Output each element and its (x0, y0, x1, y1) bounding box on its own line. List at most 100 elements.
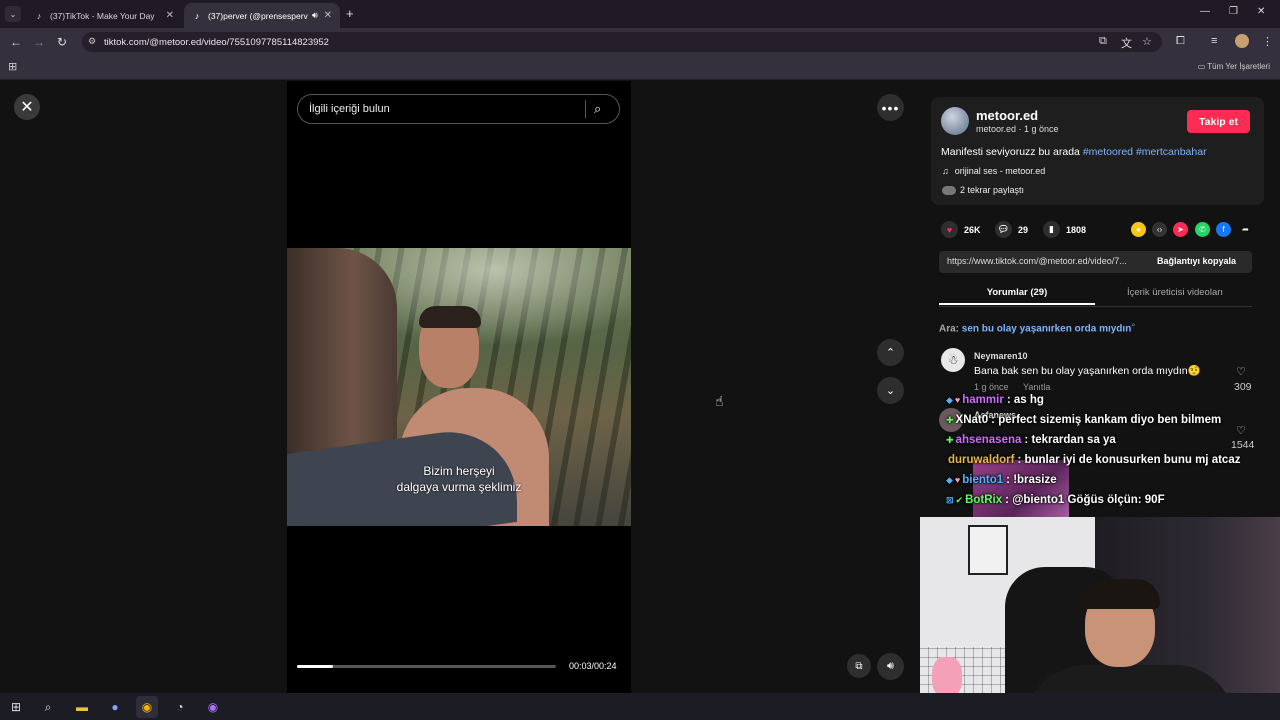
sound-link[interactable]: ♫ orijinal ses - metoor.ed (942, 166, 1045, 176)
subtitle-line-1: Bizim herşeyi (423, 464, 495, 478)
close-tab-icon[interactable]: ✕ (324, 10, 332, 21)
reposts-info[interactable]: 2 tekrar paylaştı (942, 185, 1025, 196)
speaker-icon[interactable]: 🔊︎ (312, 10, 318, 21)
author-name[interactable]: metoor.ed (976, 108, 1038, 123)
video-progress-fill (297, 665, 334, 668)
close-tab-icon[interactable]: ✕ (166, 10, 174, 21)
more-options-button[interactable]: ••• (877, 94, 904, 121)
windows-start-icon[interactable]: ⊞ (5, 696, 27, 718)
hashtag-link[interactable]: #metoored (1083, 146, 1133, 158)
pip-button[interactable]: ⧉ (847, 654, 871, 678)
cast-icon[interactable]: ⧉ (1099, 35, 1107, 48)
stream-overlay-graphic (973, 460, 1069, 518)
hashtag-link[interactable]: #mertcanbahar (1136, 146, 1207, 158)
search-suggestion[interactable]: Ara: sen bu olay yaşanırken orda mıydın⌕ (939, 322, 1135, 334)
commenter-avatar[interactable]: ☃ (941, 348, 965, 372)
chat-username: XNat0 (955, 414, 989, 426)
repost-avatars-icon (942, 186, 956, 196)
search-icon[interactable]: ⌕ (37, 696, 59, 718)
video-time: 00:03/00:24 (569, 661, 617, 671)
back-icon[interactable]: ← (10, 35, 22, 49)
close-video-button[interactable]: ✕ (14, 94, 40, 120)
app-icon[interactable]: ◔ (169, 696, 191, 718)
apps-grid-icon[interactable]: ⊞ (8, 60, 17, 73)
tab-search-icon[interactable]: ⌄ (5, 6, 21, 22)
more-icon: ••• (881, 99, 900, 116)
search-suggestion-prefix: Ara: (939, 323, 960, 335)
search-placeholder: İlgili içeriği bulun (309, 103, 390, 115)
reload-icon[interactable]: ↻ (57, 35, 67, 49)
mouse-cursor-icon: ☝ (715, 393, 724, 409)
description-text: Manifesti seviyoruzz bu arada (941, 146, 1080, 158)
forward-icon[interactable]: → (33, 35, 45, 49)
subtitle-line-2: dalgaya vurma şeklimiz (396, 480, 522, 494)
comment-button[interactable]: 💬︎ 29 (995, 221, 1028, 238)
new-tab-icon[interactable]: + (346, 6, 354, 21)
search-icon[interactable]: ⌕ (594, 101, 601, 117)
chat-text: perfect sizemiş kankam diyo ben bilmem (998, 414, 1222, 426)
comment-username[interactable]: Neymaren10 (974, 351, 1028, 361)
send-icon[interactable]: ➤ (1173, 222, 1188, 237)
next-video-button[interactable]: ⌄ (877, 377, 904, 404)
copy-link-button[interactable]: Bağlantıyı kopyala (1157, 256, 1236, 266)
chat-text: tekrardan sa ya (1031, 434, 1116, 446)
chat-username: ahsenasena (955, 434, 1022, 446)
facebook-icon[interactable]: f (1216, 222, 1231, 237)
embed-icon[interactable]: ‹› (1152, 222, 1167, 237)
bookmark-icon: ▮ (1043, 221, 1060, 238)
restore-icon[interactable]: ❐ (1229, 6, 1238, 17)
comment-count: 29 (1018, 224, 1029, 235)
previous-video-button[interactable]: ⌃ (877, 339, 904, 366)
chat-message: ✚ ahsenasena: tekrardan sa ya (946, 434, 1116, 446)
folder-icon: ▭ (1197, 62, 1206, 71)
close-window-icon[interactable]: ✕ (1257, 6, 1265, 17)
tab-creator-videos[interactable]: İçerik üreticisi videoları (1097, 283, 1253, 305)
translate-icon[interactable]: 文 (1121, 35, 1132, 51)
music-note-icon: ♫ (942, 166, 949, 176)
chat-message: ◆ ♥ hammir: as hg (946, 394, 1044, 406)
site-info-icon[interactable]: ⚙ (88, 36, 96, 47)
profile-avatar-icon[interactable] (1235, 34, 1249, 48)
whatsapp-icon[interactable]: ✆ (1195, 222, 1210, 237)
comment-icon: 💬︎ (995, 221, 1012, 238)
video-progress-bar[interactable] (297, 665, 556, 668)
app-icon[interactable]: ◉ (202, 696, 224, 718)
like-button[interactable]: ♥ 26K (941, 221, 981, 238)
extensions-icon[interactable]: ⧠ (1176, 35, 1185, 48)
comment-like-icon[interactable]: ♡ (1236, 365, 1246, 378)
windows-taskbar (0, 693, 1280, 720)
search-suggestion-query: sen bu olay yaşanırken orda mıydın (961, 323, 1132, 335)
comment-like-icon[interactable]: ♡ (1236, 424, 1246, 437)
address-bar[interactable]: tiktok.com/@metoor.ed/video/755109778511… (82, 32, 1162, 52)
menu-icon[interactable]: ⋮ (1262, 35, 1273, 48)
browser-tab-tiktok[interactable]: ♪ (37)TikTok - Make Your Day ✕ (26, 3, 182, 28)
badge-icon: ◆ (946, 395, 953, 405)
bookmark-star-icon[interactable]: ☆ (1142, 35, 1152, 48)
app-icon[interactable]: ● (104, 696, 126, 718)
reposts-label: 2 tekrar paylaştı (960, 185, 1025, 195)
chat-text: @biento1 Göğüs ölçün: 90F (1012, 494, 1165, 506)
streamer-hair (1080, 579, 1160, 609)
tab-comments[interactable]: Yorumlar (29) (939, 283, 1095, 305)
share-arrow-icon[interactable]: ➦ (1238, 222, 1253, 237)
browser-tab-profile[interactable]: ♪ (37)perver (@prensesperve 🔊︎ ✕ (184, 3, 340, 28)
search-icon: ⌕ (1131, 322, 1136, 329)
related-search-input[interactable]: İlgili içeriği bulun (297, 94, 620, 124)
follow-button[interactable]: Takip et (1187, 110, 1250, 133)
chat-text: bunlar iyi de konusurken bunu mj atcaz (1024, 454, 1241, 466)
search-divider (585, 100, 586, 118)
file-explorer-icon[interactable]: ▬ (71, 696, 93, 718)
chevron-up-icon: ⌃ (885, 347, 896, 359)
all-bookmarks-button[interactable]: ▭ Tüm Yer İşaretleri (1198, 62, 1270, 71)
save-button[interactable]: ▮ 1808 (1043, 221, 1086, 238)
chevron-down-icon: ⌄ (885, 385, 896, 397)
minimize-icon[interactable]: — (1200, 6, 1210, 17)
reading-list-icon[interactable]: ≡ (1211, 35, 1217, 47)
author-avatar[interactable] (941, 107, 969, 135)
reply-button[interactable]: Yanıtla (1023, 382, 1050, 392)
save-count: 1808 (1066, 224, 1087, 235)
volume-button[interactable]: 🔊︎ (877, 653, 904, 680)
chrome-icon[interactable]: ◉ (136, 696, 158, 718)
tab-title: (37)TikTok - Make Your Day (50, 10, 155, 21)
coin-icon[interactable]: ● (1131, 222, 1146, 237)
